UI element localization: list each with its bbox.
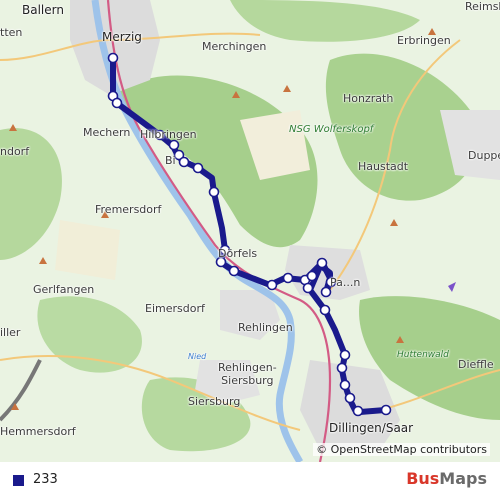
bus-stop (192, 162, 204, 174)
place-label: Fremersdorf (95, 203, 162, 216)
bus-stop (306, 270, 318, 282)
bus-stop (282, 272, 294, 284)
bus-stop (339, 349, 351, 361)
place-label: Hilbringen (140, 128, 197, 141)
peak-icon (39, 257, 47, 264)
place-label: Merzig (102, 30, 142, 44)
bus-stop (344, 392, 356, 404)
map-attribution[interactable]: © OpenStreetMap contributors (313, 443, 490, 456)
place-label: Hemmersdorf (0, 425, 76, 438)
bus-stop (266, 279, 278, 291)
bus-stop (336, 362, 348, 374)
peak-icon (390, 219, 398, 226)
peak-icon (283, 85, 291, 92)
peak-icon (9, 124, 17, 131)
road (0, 359, 42, 422)
place-label: Reimsb (465, 0, 500, 13)
bus-stop (302, 282, 314, 294)
forest-label: Huttenwald (397, 350, 449, 360)
brand-part-1: Bus (406, 469, 440, 488)
bus-stop (339, 379, 351, 391)
bus-stop (316, 257, 328, 269)
field-area (55, 220, 120, 280)
bus-stop (111, 97, 123, 109)
forest-area (37, 296, 142, 373)
legend-footer: 233 BusMaps (0, 462, 500, 500)
bus-stop (178, 156, 190, 168)
route-label: 233 (33, 472, 58, 487)
river-label: Nied (188, 352, 207, 361)
place-label: Dörfels (218, 247, 258, 260)
bus-stop (107, 52, 119, 64)
bus-stop (352, 405, 364, 417)
bus-stop (319, 304, 331, 316)
place-label: Gerlfangen (33, 283, 95, 296)
route-color-swatch (13, 475, 24, 486)
place-label: Ballern (22, 3, 64, 17)
place-label: Dillingen/Saar (329, 421, 414, 435)
place-label: iller (0, 326, 21, 339)
bus-stop (380, 404, 392, 416)
place-label: Rehlingen (238, 321, 293, 334)
place-label: Mechern (83, 126, 131, 139)
map-canvas (0, 0, 500, 462)
bus-stop (228, 265, 240, 277)
place-label: Duppe (468, 149, 500, 162)
place-label: Bi (165, 154, 176, 167)
map-view[interactable]: Ballern Merzig tten Merchingen Reimsb Er… (0, 0, 500, 462)
place-label: Dieffle (458, 358, 494, 371)
place-label: Rehlingen- Siersburg (218, 361, 277, 387)
place-label: Eimersdorf (145, 302, 205, 315)
bus-stop (208, 186, 220, 198)
place-label: ndorf (0, 145, 30, 158)
place-label: Haustadt (358, 160, 409, 173)
place-label: Honzrath (343, 92, 394, 105)
nature-reserve-label: NSG Wolferskopf (289, 124, 374, 135)
place-label: Erbringen (397, 34, 451, 47)
busmaps-logo[interactable]: BusMaps (406, 469, 487, 488)
place-label: Merchingen (202, 40, 267, 53)
brand-part-2: Maps (439, 469, 487, 488)
place-label: tten (0, 26, 23, 39)
place-label: Pa...n (330, 276, 361, 289)
airfield-icon (448, 282, 456, 292)
place-label: Siersburg (188, 395, 241, 408)
bus-stop (168, 139, 180, 151)
